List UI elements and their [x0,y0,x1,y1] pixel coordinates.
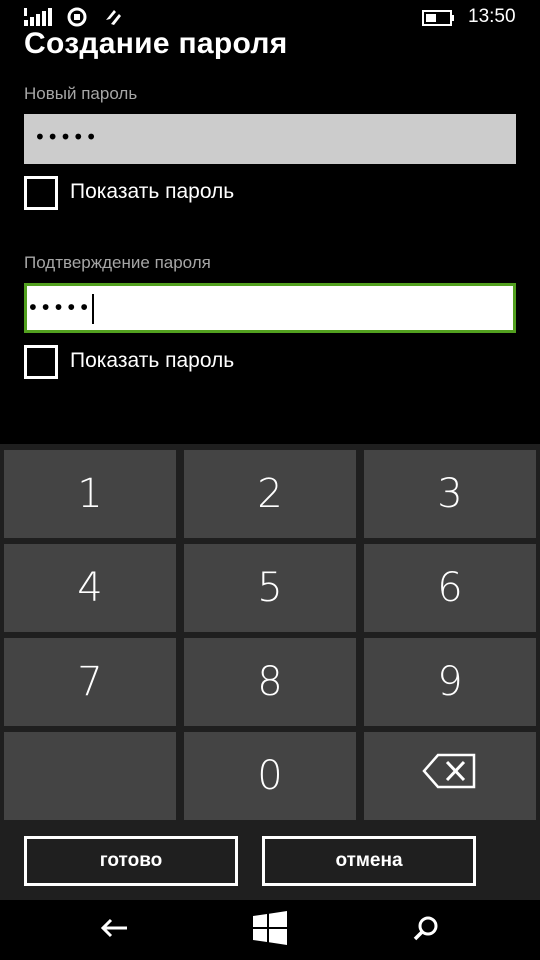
new-password-field[interactable]: ••••• [24,114,516,164]
clock: 13:50 [468,6,516,27]
search-button[interactable] [396,910,456,950]
key-8[interactable]: 8 [184,638,356,726]
key-3[interactable]: 3 [364,450,536,538]
key-1[interactable]: 1 [4,450,176,538]
key-7[interactable]: 7 [4,638,176,726]
page-title: Создание пароля [24,26,288,66]
key-4[interactable]: 4 [4,544,176,632]
confirm-password-value: ••••• [27,294,94,324]
key-2[interactable]: 2 [184,450,356,538]
confirm-password-dots: ••••• [27,295,91,320]
battery-icon [422,10,456,30]
start-button[interactable] [240,910,300,950]
show-confirm-password-checkbox[interactable] [24,345,58,379]
backspace-key[interactable] [364,732,536,820]
key-9[interactable]: 9 [364,638,536,726]
show-new-password-label: Показать пароль [70,180,235,203]
key-6[interactable]: 6 [364,544,536,632]
back-button[interactable] [84,910,144,950]
confirm-password-field[interactable]: ••••• [24,283,516,333]
show-confirm-password-label: Показать пароль [70,349,235,372]
new-password-value: ••••• [34,125,98,149]
numeric-keypad: 1 2 3 4 5 6 7 8 9 0 [0,444,540,900]
key-blank [4,732,176,820]
text-caret [91,294,94,324]
key-0[interactable]: 0 [184,732,356,820]
navigation-bar [0,900,540,960]
show-new-password-checkbox[interactable] [24,176,58,210]
new-password-label: Новый пароль [24,84,138,103]
back-icon [99,917,129,943]
done-button[interactable]: готово [24,836,238,886]
backspace-icon [422,751,478,801]
confirm-password-label: Подтверждение пароля [24,253,211,272]
cancel-button[interactable]: отмена [262,836,476,886]
search-icon [412,914,440,946]
key-5[interactable]: 5 [184,544,356,632]
windows-start-icon [253,911,287,949]
page-title-text: Создание пароля [24,27,288,60]
